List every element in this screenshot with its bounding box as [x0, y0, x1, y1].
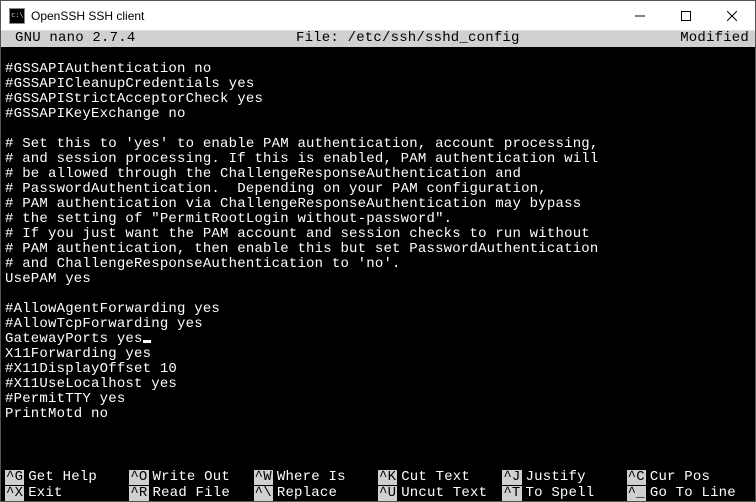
shortcut-key: ^X [5, 486, 24, 501]
shortcut-item[interactable]: ^J Justify [502, 469, 626, 485]
nano-statusbar: GNU nano 2.7.4 File: /etc/ssh/sshd_confi… [1, 31, 755, 47]
shortcut-key: ^R [129, 486, 148, 501]
minimize-icon [635, 11, 645, 21]
nano-shortcuts-bar: ^G Get Help ^O Write Out ^W Where Is ^K Cut Tex… [1, 469, 755, 501]
shortcut-item[interactable]: ^G Get Help [5, 469, 129, 485]
shortcut-key: ^_ [627, 486, 646, 501]
terminal-area[interactable]: GNU nano 2.7.4 File: /etc/ssh/sshd_confi… [1, 31, 755, 501]
shortcut-label: Uncut Text [401, 486, 487, 501]
shortcut-label: Cut Text [401, 470, 470, 485]
shortcut-item[interactable]: ^_ Go To Line [627, 485, 751, 501]
shortcut-label: Get Help [28, 470, 97, 485]
nano-file-label: File: /etc/ssh/sshd_config [135, 31, 680, 47]
editor-lines-after: X11Forwarding yes #X11DisplayOffset 10 #… [5, 346, 177, 422]
shortcut-key: ^C [627, 470, 646, 485]
nano-modified-indicator: Modified [680, 31, 749, 47]
window-title: OpenSSH SSH client [31, 9, 617, 23]
window-controls [617, 1, 755, 30]
shortcut-label: To Spell [526, 486, 595, 501]
shortcut-item[interactable]: ^W Where Is [254, 469, 378, 485]
shortcut-item[interactable]: ^R Read File [129, 485, 253, 501]
shortcut-label: Cur Pos [650, 470, 710, 485]
shortcut-label: Go To Line [650, 486, 736, 501]
shortcut-label: Replace [277, 486, 337, 501]
shortcut-key: ^K [378, 470, 397, 485]
shortcut-key: ^O [129, 470, 148, 485]
shortcut-key: ^T [502, 486, 521, 501]
shortcut-label: Read File [153, 486, 230, 501]
shortcut-key: ^G [5, 470, 24, 485]
editor-content[interactable]: #GSSAPIAuthentication no #GSSAPICleanupC… [1, 47, 755, 469]
shortcut-label: Exit [28, 486, 62, 501]
close-button[interactable] [709, 1, 755, 30]
text-cursor [143, 340, 151, 343]
maximize-icon [681, 11, 691, 21]
shortcut-key: ^U [378, 486, 397, 501]
shortcut-item[interactable]: ^\ Replace [254, 485, 378, 501]
shortcut-item[interactable]: ^O Write Out [129, 469, 253, 485]
editor-lines-before: #GSSAPIAuthentication no #GSSAPICleanupC… [5, 61, 599, 332]
shortcut-label: Write Out [153, 470, 230, 485]
terminal-icon [9, 8, 25, 24]
shortcut-item[interactable]: ^X Exit [5, 485, 129, 501]
editor-cursor-line: GatewayPorts yes [5, 331, 151, 347]
shortcut-label: Justify [526, 470, 586, 485]
nano-app-name: GNU nano 2.7.4 [15, 31, 135, 47]
cursor-line-text: GatewayPorts yes [5, 331, 143, 347]
shortcut-item[interactable]: ^T To Spell [502, 485, 626, 501]
window-titlebar: OpenSSH SSH client [1, 1, 755, 31]
shortcut-item[interactable]: ^K Cut Text [378, 469, 502, 485]
maximize-button[interactable] [663, 1, 709, 30]
minimize-button[interactable] [617, 1, 663, 30]
close-icon [727, 11, 737, 21]
shortcut-item[interactable]: ^U Uncut Text [378, 485, 502, 501]
shortcut-item[interactable]: ^C Cur Pos [627, 469, 751, 485]
shortcut-key: ^J [502, 470, 521, 485]
shortcut-label: Where Is [277, 470, 346, 485]
shortcut-key: ^W [254, 470, 273, 485]
shortcut-key: ^\ [254, 486, 273, 501]
